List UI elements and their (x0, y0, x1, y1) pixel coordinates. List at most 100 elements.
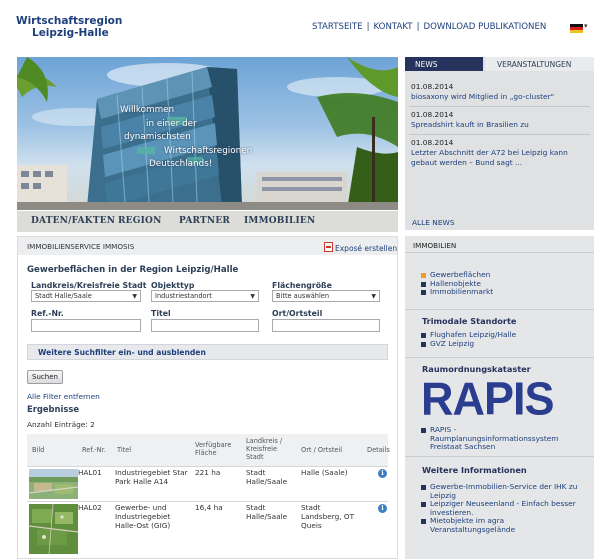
logo-line-2: Leipzig-Halle (32, 27, 109, 39)
chevron-down-icon[interactable]: ▾ (584, 22, 588, 30)
news-title[interactable]: Letzter Abschnitt der A72 bei Leipzig ka… (411, 148, 593, 168)
main-nav-partner[interactable]: PARTNER (179, 216, 230, 226)
site-logo[interactable]: Wirtschaftsregion Leipzig-Halle (16, 15, 122, 39)
flag-icon[interactable] (570, 24, 583, 33)
cell-ort: Halle (Saale) (301, 468, 348, 477)
link-ihk-service[interactable]: Gewerbe-Immobilien-Service der IHK zu Le… (421, 482, 589, 500)
link-label: Immobilienmarkt (430, 287, 494, 296)
ort-label: Ort/Ortsteil (272, 309, 323, 318)
bullet-icon (421, 519, 426, 524)
objekttyp-select[interactable]: Industriestandort ▼ (151, 290, 259, 302)
news-item[interactable]: 01.08.2014 biosaxony wird Mitglied in „g… (411, 82, 554, 102)
bullet-icon (421, 428, 426, 433)
expose-label: Exposé erstellen (335, 244, 398, 253)
news-item[interactable]: 01.08.2014 Letzter Abschnitt der A72 bei… (411, 138, 593, 168)
nav-kontakt[interactable]: KONTAKT (374, 22, 413, 32)
objekttyp-label: Objekttyp (151, 281, 195, 290)
expose-button[interactable]: Exposé erstellen (324, 241, 397, 253)
link-label: GVZ Leipzig (430, 338, 475, 348)
nav-separator: | (416, 22, 420, 32)
news-title[interactable]: biosaxony wird Mitglied in „go-cluster“ (411, 92, 554, 102)
row-thumbnail[interactable] (29, 469, 78, 499)
row-divider (27, 501, 388, 502)
news-tabs: NEWS VERANSTALTUNGEN (405, 57, 594, 71)
landkreis-label: Landkreis/Kreisfreie Stadt (31, 281, 147, 290)
nav-download-publikationen[interactable]: DOWNLOAD PUBLIKATIONEN (423, 22, 546, 32)
results-table-header: Bild Ref.-Nr. Titel Verfügbare Fläche La… (27, 434, 390, 466)
ref-input[interactable] (31, 319, 141, 332)
tab-news[interactable]: NEWS (405, 57, 483, 71)
link-immobilienmarkt[interactable]: Immobilienmarkt (421, 287, 591, 297)
news-panel: NEWS VERANSTALTUNGEN 01.08.2014 biosaxon… (405, 57, 594, 230)
rapis-logo[interactable]: RAPIS (421, 376, 555, 422)
chevron-down-icon: ▼ (250, 293, 255, 300)
cell-titel[interactable]: Industriegebiet Star Park Halle A14 (115, 468, 191, 486)
results-count: Anzahl Einträge: 2 (27, 420, 95, 429)
titel-input[interactable] (151, 319, 259, 332)
info-icon[interactable]: i (378, 469, 387, 478)
pdf-icon (324, 242, 333, 252)
aerial-photo (29, 469, 78, 499)
chevron-down-icon: ▼ (371, 293, 376, 300)
hero-line-4: Wirtschaftsregionen (164, 145, 253, 156)
chevron-down-icon: ▼ (132, 293, 137, 300)
col-ort: Ort / Ortsteil (301, 446, 343, 454)
main-nav-region[interactable]: REGION (118, 216, 162, 226)
cell-ref: HAL02 (78, 503, 102, 512)
link-mietobjekte[interactable]: Mietobjekte im agra Veranstaltungsgeländ… (421, 516, 589, 534)
filter-toggle[interactable]: Weitere Suchfilter ein- und ausblenden (27, 344, 388, 360)
bullet-icon (421, 290, 426, 295)
hero-line-3: dynamischsten (124, 132, 191, 143)
col-flaeche: Verfügbare Fläche (195, 441, 232, 457)
results-title: Ergebnisse (27, 404, 80, 414)
news-date: 01.08.2014 (411, 110, 454, 119)
nav-startseite[interactable]: STARTSEITE (312, 22, 363, 32)
flaeche-value: Bitte auswählen (276, 292, 330, 300)
link-rapis[interactable]: RAPIS - Raumplanungsinformationssystem F… (421, 425, 581, 452)
col-landkreis: Landkreis / Kreisfreie Stadt (246, 437, 283, 461)
link-label: Mietobjekte im agra Veranstaltungsgeländ… (430, 516, 516, 534)
landkreis-value: Stadt Halle/Saale (35, 292, 92, 300)
row-divider (27, 466, 388, 467)
all-news-link[interactable]: ALLE NEWS (412, 218, 455, 227)
cell-flaeche: 221 ha (195, 468, 221, 477)
main-nav-immobilien[interactable]: IMMOBILIEN (244, 216, 315, 226)
news-title[interactable]: Spreadshirt kauft in Brasilien zu (411, 120, 529, 130)
link-neuseenland[interactable]: Leipziger Neuseenland - Einfach besser i… (421, 499, 589, 517)
top-navigation: STARTSEITE | KONTAKT | DOWNLOAD PUBLIKATIONE… (312, 22, 546, 32)
rapis-links: RAPIS - Raumplanungsinformationssystem F… (421, 425, 581, 452)
landkreis-select[interactable]: Stadt Halle/Saale ▼ (31, 290, 141, 302)
search-button[interactable]: Suchen (27, 370, 63, 384)
link-label: Gewerbe-Immobilien-Service der IHK zu Le… (430, 482, 578, 500)
immosis-panel: IMMOBILIENSERVICE IMMOSIS Exposé erstell… (17, 236, 398, 559)
section-divider (405, 456, 594, 457)
cell-ort: Stadt Landsberg, OT Queis (301, 503, 355, 530)
bullet-icon (421, 333, 426, 338)
flaeche-label: Flächengröße (272, 281, 332, 290)
link-label: RAPIS - Raumplanungsinformationssystem F… (430, 425, 559, 451)
immobilien-sidebar-header: IMMOBILIEN (405, 236, 594, 253)
info-icon[interactable]: i (378, 504, 387, 513)
hero-line-1: Willkommen (120, 105, 175, 115)
tab-veranstaltungen[interactable]: VERANSTALTUNGEN (485, 57, 594, 71)
col-ref: Ref.-Nr. (82, 446, 106, 454)
logo-line-1: Wirtschaftsregion (16, 15, 123, 27)
col-details: Details (367, 446, 390, 454)
cell-ref: HAL01 (78, 468, 102, 477)
section-title: Gewerbeflächen in der Region Leipzig/Hal… (27, 265, 239, 275)
info-links: Gewerbe-Immobilien-Service der IHK zu Le… (421, 482, 589, 534)
main-nav-daten-fakten[interactable]: DATEN/FAKTEN (31, 216, 115, 226)
cell-titel[interactable]: Gewerbe- und Industriegebiet Halle-Ost (… (115, 503, 189, 530)
ort-input[interactable] (272, 319, 380, 332)
news-divider (409, 106, 590, 107)
col-titel: Titel (117, 446, 132, 454)
news-item[interactable]: 01.08.2014 Spreadshirt kauft in Brasilie… (411, 110, 529, 130)
bullet-icon (421, 341, 426, 347)
flaeche-select[interactable]: Bitte auswählen ▼ (272, 290, 380, 302)
news-date: 01.08.2014 (411, 138, 454, 147)
bullet-icon (421, 502, 426, 507)
trimodal-title: Trimodale Standorte (422, 316, 517, 326)
link-gvz-leipzig[interactable]: GVZ Leipzig (421, 338, 591, 349)
remove-filters-link[interactable]: Alle Filter entfernen (27, 392, 100, 401)
row-thumbnail[interactable] (29, 504, 78, 554)
